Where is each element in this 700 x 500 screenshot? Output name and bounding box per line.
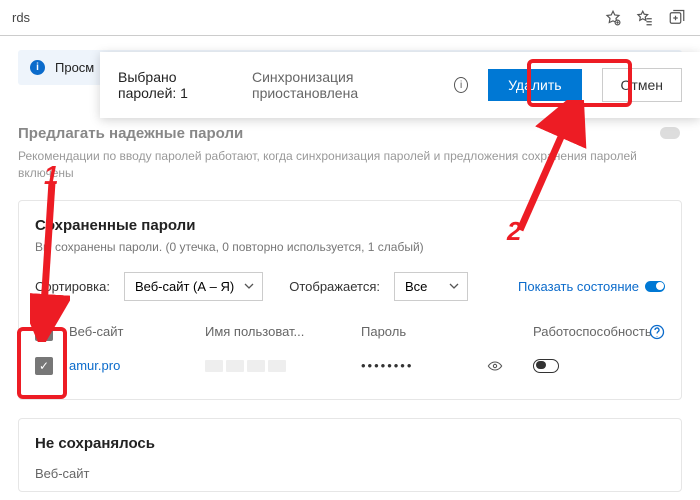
- selection-toolbar: Выбрано паролей: 1 Синхронизация приоста…: [100, 52, 700, 118]
- show-state-toggle[interactable]: [645, 281, 665, 292]
- delete-button[interactable]: Удалить: [488, 69, 581, 101]
- saved-passwords-summary: Вы сохранены пароли. (0 утечка, 0 повтор…: [35, 240, 665, 254]
- reveal-password-icon[interactable]: [487, 358, 503, 374]
- star-add-icon[interactable]: [604, 9, 622, 27]
- col-pass: Пароль: [361, 324, 481, 339]
- address-bar: rds: [0, 0, 700, 36]
- table-row: amur.pro ••••••••: [35, 349, 665, 383]
- display-dropdown[interactable]: Все: [394, 272, 468, 301]
- suggest-passwords-title: Предлагать надежные пароли: [18, 125, 682, 142]
- cancel-button[interactable]: Отмен: [602, 68, 682, 102]
- saved-passwords-card: Сохраненные пароли Вы сохранены пароли. …: [18, 200, 682, 400]
- show-state-label: Показать состояние: [518, 279, 639, 294]
- favorites-icon[interactable]: [636, 9, 654, 27]
- col-user: Имя пользоват...: [205, 324, 355, 339]
- never-saved-title: Не сохранялось: [35, 435, 665, 452]
- sort-label: Сортировка:: [35, 279, 110, 294]
- info-icon: i: [30, 60, 45, 75]
- sort-dropdown[interactable]: Веб-сайт (А – Я): [124, 272, 263, 301]
- row-username-masked: [205, 360, 355, 372]
- sync-info-icon[interactable]: i: [454, 77, 468, 93]
- address-url[interactable]: rds: [8, 10, 604, 25]
- info-bar-text: Просм: [55, 60, 94, 75]
- table-header: Веб-сайт Имя пользоват... Пароль Работос…: [35, 315, 665, 349]
- health-indicator: [533, 359, 559, 373]
- collections-icon[interactable]: [668, 9, 686, 27]
- help-icon[interactable]: [649, 324, 665, 340]
- sort-dropdown-value: Веб-сайт (А – Я): [135, 279, 234, 294]
- select-all-checkbox[interactable]: [35, 323, 53, 341]
- col-site: Веб-сайт: [69, 324, 199, 339]
- selection-count: Выбрано паролей: 1: [118, 69, 232, 101]
- row-checkbox[interactable]: [35, 357, 53, 375]
- row-site-link[interactable]: amur.pro: [69, 358, 199, 373]
- chevron-down-icon: [244, 279, 254, 294]
- suggest-passwords-desc: Рекомендации по вводу паролей работают, …: [18, 148, 638, 182]
- display-dropdown-value: Все: [405, 279, 427, 294]
- never-col-site: Веб-сайт: [35, 466, 665, 481]
- col-health: Работоспособность: [533, 324, 643, 339]
- saved-passwords-title: Сохраненные пароли: [35, 217, 665, 234]
- suggest-passwords-toggle[interactable]: [660, 127, 680, 139]
- chevron-down-icon: [449, 279, 459, 294]
- row-password-masked: ••••••••: [361, 358, 481, 373]
- display-label: Отображается:: [289, 279, 380, 294]
- sync-status: Синхронизация приостановлена: [252, 69, 434, 101]
- never-saved-card: Не сохранялось Веб-сайт: [18, 418, 682, 492]
